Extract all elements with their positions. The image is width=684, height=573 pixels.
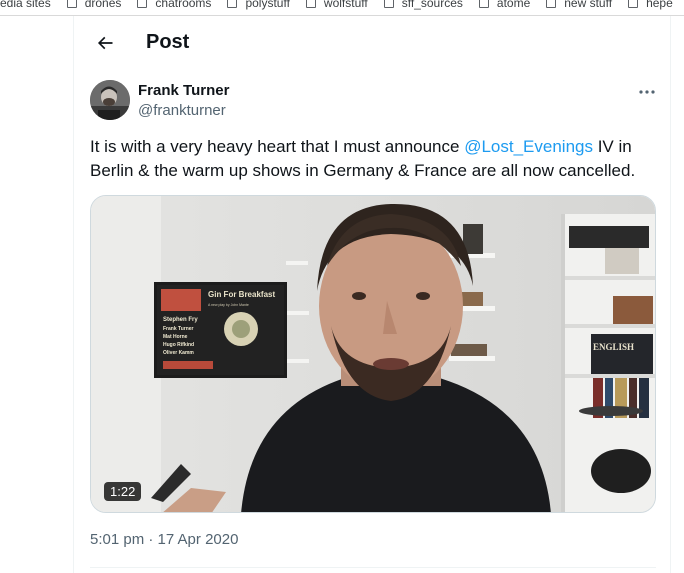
- poster-name: Frank Turner: [163, 326, 194, 332]
- bookmark-item[interactable]: hepe: [628, 0, 673, 10]
- folder-icon: [546, 0, 557, 8]
- video-duration: 1:22: [104, 482, 142, 501]
- bookmark-item[interactable]: drones: [66, 0, 122, 10]
- poster-name: Hugo Rifkind: [163, 342, 194, 348]
- mention-link[interactable]: @Lost_Evenings: [464, 137, 593, 156]
- folder-icon: [628, 0, 639, 8]
- author-handle[interactable]: @frankturner: [138, 102, 226, 119]
- avatar-image: [90, 80, 130, 120]
- folder-icon: [478, 0, 489, 8]
- video-player[interactable]: Gin For Breakfast A new play by John Man…: [90, 195, 656, 513]
- page-title: Post: [146, 31, 190, 53]
- book-label: ENGLISH: [593, 342, 634, 352]
- bookmark-label: atome: [496, 0, 531, 10]
- poster-name: Stephen Fry: [163, 317, 198, 323]
- arrow-left-icon: [97, 36, 113, 50]
- more-options-button[interactable]: [632, 80, 662, 104]
- post-timestamp[interactable]: 5:01 pm · 17 Apr 2020: [90, 531, 238, 548]
- bookmark-item[interactable]: sff_sources: [383, 0, 463, 10]
- bookmark-item[interactable]: chatrooms: [137, 0, 211, 10]
- folder-icon: [137, 0, 148, 8]
- bookmark-item[interactable]: new stuff: [546, 0, 612, 10]
- bookmark-label: drones: [84, 0, 122, 10]
- bookmark-label: new stuff: [564, 0, 613, 10]
- more-dots-icon: [639, 90, 655, 94]
- bookmark-label: polystuff: [245, 0, 290, 10]
- tweet-text: It is with a very heavy heart that I mus…: [90, 135, 660, 183]
- column-border-left: [73, 16, 74, 573]
- folder-icon: [66, 0, 77, 8]
- column-border-right: [670, 16, 671, 573]
- folder-icon: [305, 0, 316, 8]
- poster-subtitle: A new play by John Mante: [208, 303, 249, 307]
- bookmark-label: sff_sources: [401, 0, 463, 10]
- bookmark-item[interactable]: media sites: [0, 0, 51, 10]
- bookmark-item[interactable]: polystuff: [227, 0, 290, 10]
- back-button[interactable]: [88, 26, 122, 60]
- folder-icon: [227, 0, 238, 8]
- divider: [90, 567, 656, 568]
- bookmark-label: wolfstuff: [323, 0, 368, 10]
- folder-icon: [383, 0, 394, 8]
- bookmark-item[interactable]: wolfstuff: [305, 0, 368, 10]
- bookmark-label: hepe: [646, 0, 673, 10]
- poster-name: Mat Horne: [163, 334, 188, 340]
- avatar[interactable]: [90, 80, 130, 120]
- author-name[interactable]: Frank Turner: [138, 82, 229, 99]
- poster-name: Oliver Kamm: [163, 350, 194, 356]
- tweet-text-part: It is with a very heavy heart that I mus…: [90, 137, 465, 156]
- bookmarks-bar: media sites drones chatrooms polystuff w…: [0, 0, 684, 16]
- bookmark-label: chatrooms: [155, 0, 212, 10]
- bookmark-label: media sites: [0, 0, 51, 10]
- post-header: Post: [74, 18, 670, 68]
- video-thumbnail: Gin For Breakfast A new play by John Man…: [91, 196, 655, 512]
- poster-title: Gin For Breakfast: [208, 290, 275, 299]
- bookmark-item[interactable]: atome: [478, 0, 531, 10]
